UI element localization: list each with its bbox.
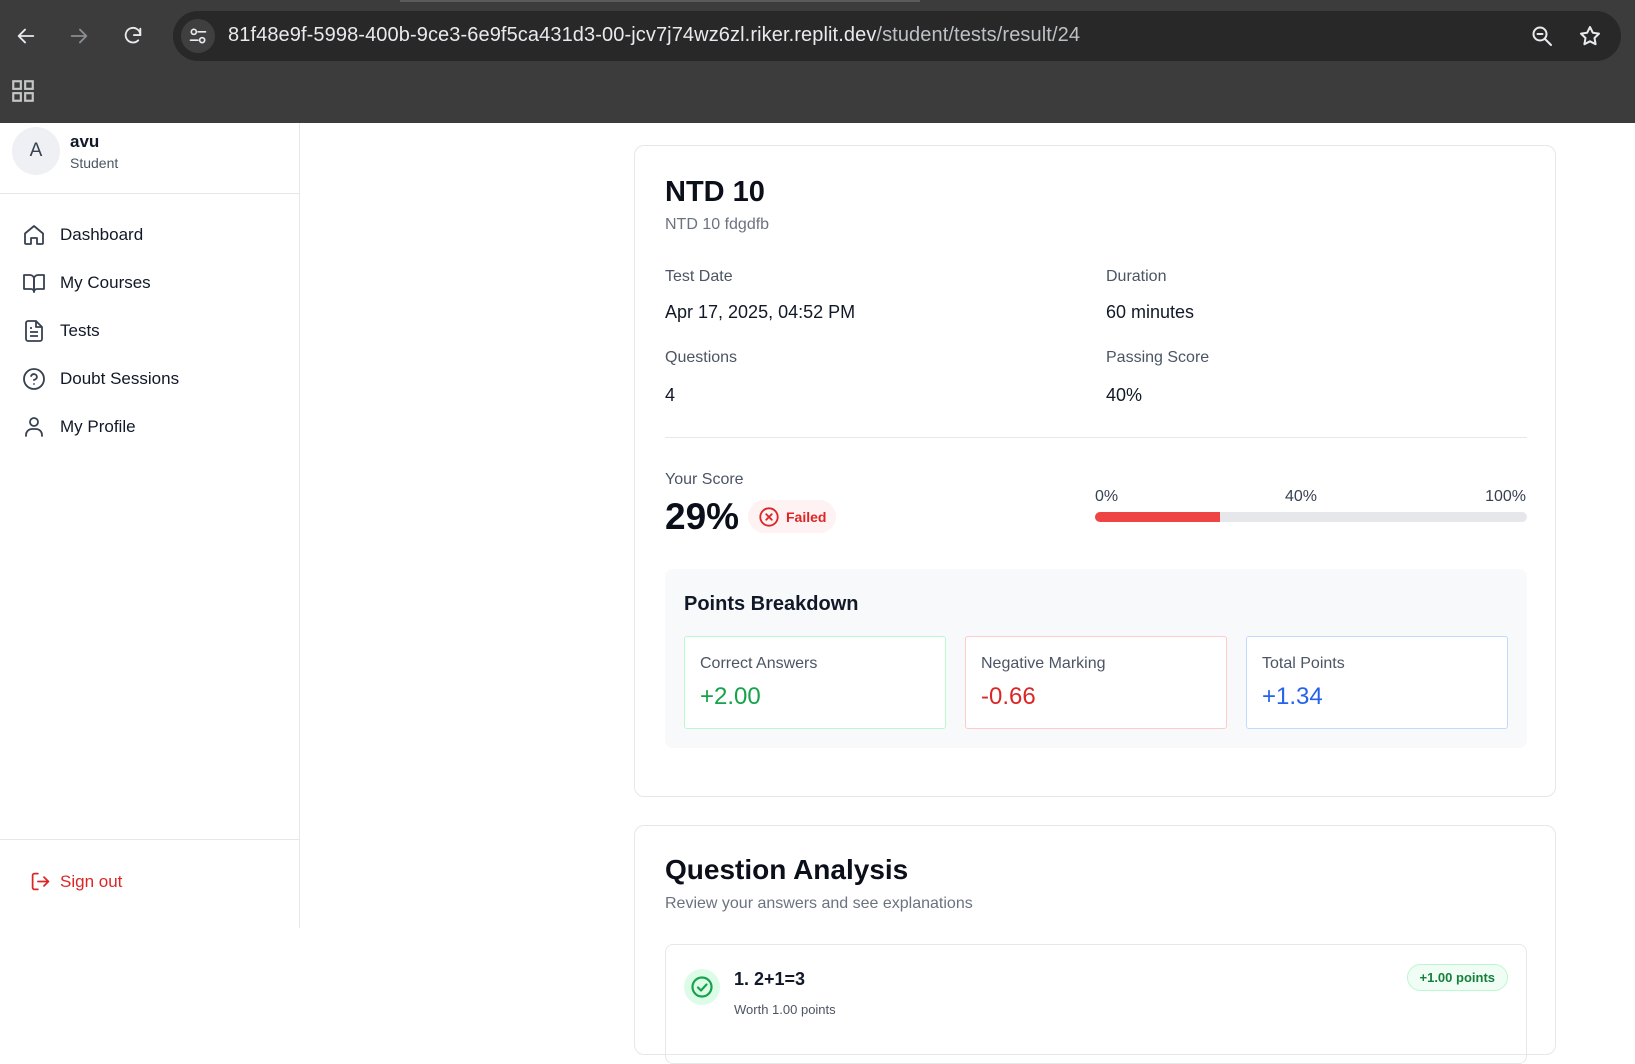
test-title: NTD 10 (665, 176, 765, 208)
user-name: avu (70, 132, 100, 151)
test-date-value: Apr 17, 2025, 04:52 PM (665, 302, 856, 322)
sidebar-item-label: My Courses (60, 273, 151, 292)
x-circle-icon (759, 506, 779, 527)
zoom-button[interactable] (1529, 23, 1555, 49)
sidebar-item-my-courses[interactable]: My Courses (22, 268, 151, 298)
progress-max-label: 100% (1485, 488, 1526, 505)
back-button[interactable] (7, 17, 45, 55)
questions-value: 4 (665, 385, 676, 405)
total-points-box: Total Points +1.34 (1246, 636, 1508, 729)
bookmark-button[interactable] (1577, 23, 1603, 49)
correct-answers-value: +2.00 (700, 683, 761, 710)
file-text-icon (25, 320, 43, 342)
question-text: 1. 2+1=3 (734, 969, 806, 989)
reload-icon (124, 26, 142, 44)
arrow-right-icon (70, 28, 88, 44)
user-role: Student (70, 155, 119, 171)
avatar: A (12, 127, 60, 175)
progress-min-label: 0% (1095, 488, 1119, 505)
address-bar[interactable]: 81f48e9f-5998-400b-9ce3-6e9f5ca431d3-00-… (173, 11, 1621, 61)
signout-button[interactable]: Sign out (30, 871, 122, 892)
sidebar-item-tests[interactable]: Tests (22, 316, 100, 346)
test-description: NTD 10 fdgdfb (665, 216, 770, 233)
help-circle-icon (23, 368, 45, 390)
question-item[interactable]: 1. 2+1=3 Worth 1.00 points +1.00 points (665, 944, 1527, 1064)
sidebar-item-label: Dashboard (60, 225, 144, 244)
sidebar-item-my-profile[interactable]: My Profile (22, 412, 136, 442)
questions-label: Questions (665, 349, 738, 366)
score-progress-bar (1095, 512, 1527, 522)
duration-value: 60 minutes (1106, 302, 1195, 322)
test-result-card: NTD 10 NTD 10 fdgdfb Test Date Apr 17, 2… (634, 145, 1556, 797)
points-breakdown: Points Breakdown Correct Answers +2.00 N… (665, 569, 1527, 748)
negative-marking-box: Negative Marking -0.66 (965, 636, 1227, 729)
sidebar-item-doubt-sessions[interactable]: Doubt Sessions (22, 364, 179, 394)
sidebar-item-label: Doubt Sessions (60, 369, 180, 388)
sidebar-item-label: Tests (60, 321, 100, 340)
negative-marking-value: -0.66 (981, 683, 1036, 710)
total-points-value: +1.34 (1262, 683, 1323, 710)
url-host: 81f48e9f-5998-400b-9ce3-6e9f5ca431d3-00-… (228, 24, 877, 46)
sidebar: A avu Student Dashboard My Courses Tests… (0, 123, 300, 928)
score-progress-fill (1095, 512, 1221, 522)
site-info-button[interactable] (181, 19, 215, 53)
apps-grid-icon (12, 80, 34, 102)
score-label: Your Score (665, 471, 744, 488)
url-path: /student/tests/result/24 (876, 24, 1081, 46)
sidebar-item-dashboard[interactable]: Dashboard (22, 220, 143, 250)
duration-label: Duration (1106, 268, 1167, 285)
total-points-label: Total Points (1262, 655, 1345, 672)
url-text[interactable]: 81f48e9f-5998-400b-9ce3-6e9f5ca431d3-00-… (228, 24, 1080, 47)
forward-button[interactable] (60, 17, 98, 55)
tune-icon (189, 28, 207, 44)
status-badge-label: Failed (786, 508, 827, 525)
question-worth: Worth 1.00 points (734, 1002, 836, 1017)
arrow-left-icon (17, 28, 35, 44)
search-icon (1532, 26, 1552, 46)
signout-label: Sign out (60, 871, 123, 891)
check-circle-icon (684, 969, 720, 1005)
question-points-badge: +1.00 points (1406, 964, 1508, 991)
browser-chrome: 81f48e9f-5998-400b-9ce3-6e9f5ca431d3-00-… (0, 0, 1635, 123)
question-analysis-subtitle: Review your answers and see explanations (665, 895, 973, 912)
question-analysis-card: Question Analysis Review your answers an… (634, 825, 1556, 1064)
passing-score-label: Passing Score (1106, 349, 1210, 366)
test-date-label: Test Date (665, 268, 733, 285)
user-profile-summary: A avu Student (0, 123, 299, 194)
passing-score-value: 40% (1106, 385, 1143, 405)
negative-marking-label: Negative Marking (981, 655, 1106, 672)
status-badge: Failed (748, 500, 837, 533)
points-breakdown-title: Points Breakdown (684, 593, 859, 615)
apps-button[interactable] (10, 78, 36, 104)
active-tab-indicator (400, 0, 920, 2)
log-out-icon (31, 872, 50, 891)
score-value: 29% (665, 496, 740, 537)
book-icon (23, 274, 45, 293)
question-analysis-title: Question Analysis (665, 854, 909, 885)
correct-answers-label: Correct Answers (700, 655, 818, 672)
sidebar-divider (0, 839, 299, 840)
reload-button[interactable] (114, 17, 152, 55)
star-icon (1580, 26, 1600, 46)
home-icon (24, 225, 44, 245)
correct-answers-box: Correct Answers +2.00 (684, 636, 946, 729)
divider (665, 437, 1527, 438)
sidebar-item-label: My Profile (60, 417, 136, 436)
user-icon (25, 417, 43, 437)
progress-pass-label: 40% (1285, 488, 1318, 505)
